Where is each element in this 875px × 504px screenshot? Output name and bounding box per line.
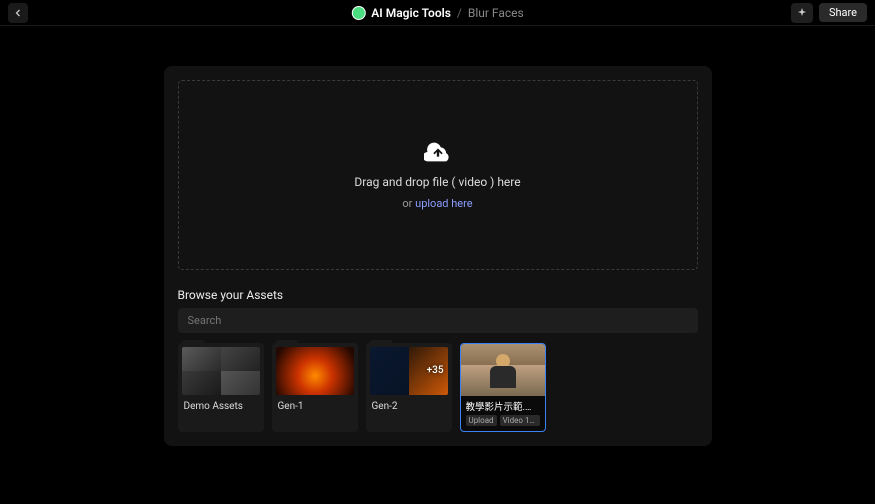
video-thumbnail	[461, 344, 545, 396]
folder-gen-1[interactable]: Gen-1	[272, 343, 358, 432]
browse-assets-label: Browse your Assets	[178, 288, 698, 302]
share-button[interactable]: Share	[819, 3, 867, 22]
cloud-upload-icon	[424, 141, 452, 167]
app-logo-icon	[351, 6, 365, 20]
breadcrumb-separator: /	[457, 6, 462, 20]
sparkle-icon	[796, 7, 808, 19]
dropzone-subtext: or upload here	[402, 197, 472, 210]
folder-label: Gen-1	[276, 401, 354, 414]
breadcrumb-home[interactable]: AI Magic Tools	[371, 6, 451, 20]
video-filename: 教學影片示範.mov	[466, 399, 540, 413]
breadcrumb-page: Blur Faces	[468, 6, 524, 20]
main-panel: Drag and drop file ( video ) here or upl…	[164, 66, 712, 446]
folder-demo-assets[interactable]: Demo Assets	[178, 343, 264, 432]
folder-label: Gen-2	[370, 401, 448, 414]
search-input[interactable]	[178, 308, 698, 333]
video-asset-card[interactable]: 教學影片示範.mov Upload Video 1…	[460, 343, 546, 432]
folder-label: Demo Assets	[182, 401, 260, 414]
dropzone-text: Drag and drop file ( video ) here	[354, 175, 520, 189]
upload-link[interactable]: upload here	[415, 197, 472, 210]
back-button[interactable]	[8, 3, 28, 23]
count-badge: +35	[427, 365, 444, 376]
folder-gen-2[interactable]: +35 Gen-2	[366, 343, 452, 432]
file-dropzone[interactable]: Drag and drop file ( video ) here or upl…	[178, 80, 698, 270]
arrow-left-icon	[12, 7, 24, 19]
assets-row: Demo Assets Gen-1 +35 Gen-2 教學影片示範.mov U…	[178, 343, 698, 432]
sparkle-button[interactable]	[791, 3, 813, 23]
breadcrumb: AI Magic Tools / Blur Faces	[351, 6, 523, 20]
video-tag-upload: Upload	[466, 415, 497, 426]
video-tag-type: Video 1…	[500, 415, 540, 426]
